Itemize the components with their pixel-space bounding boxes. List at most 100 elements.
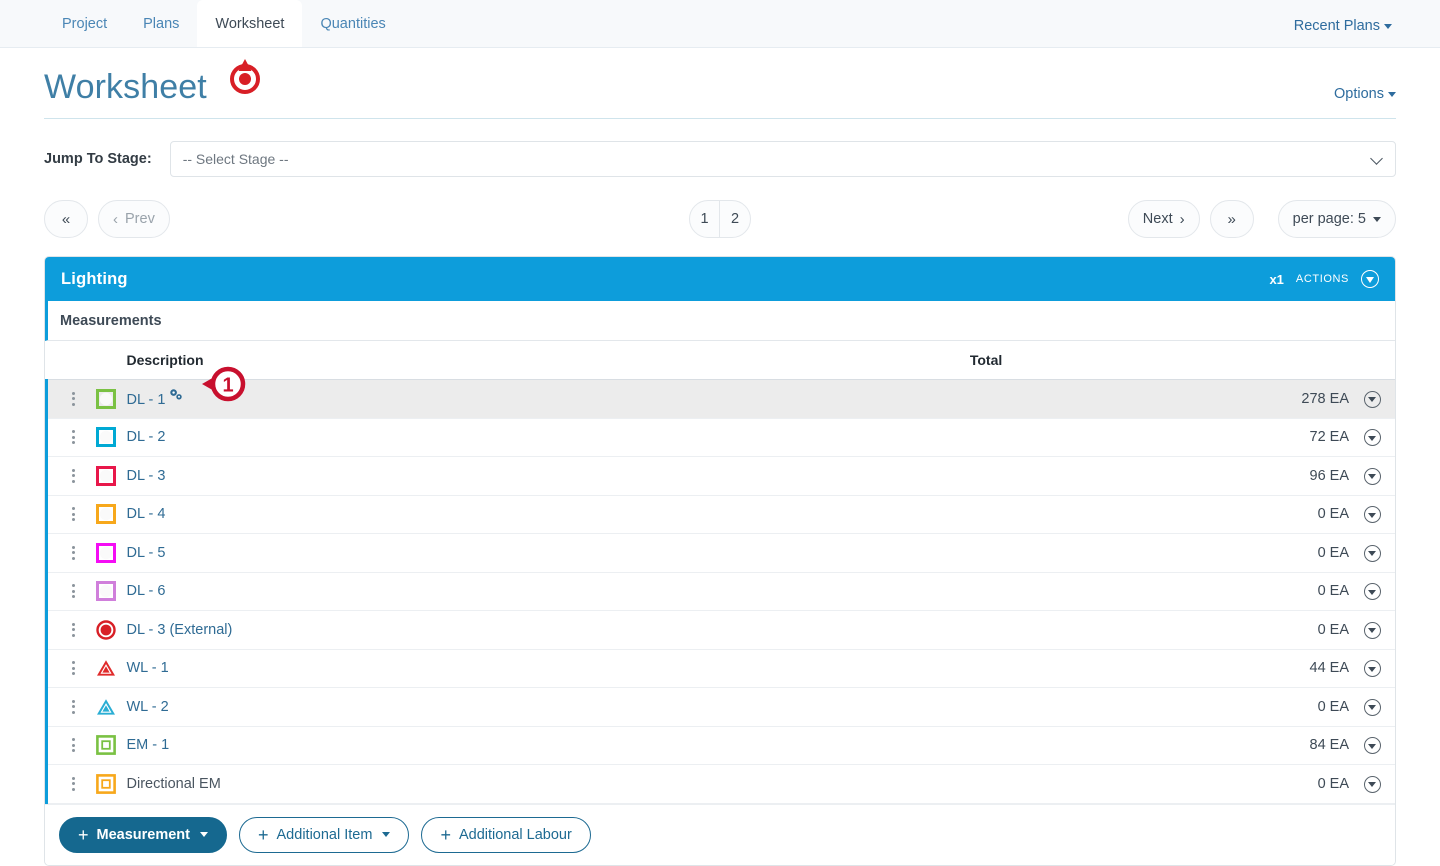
gears-icon[interactable] — [168, 388, 184, 406]
table-row[interactable]: DL - 4 0 EA — [45, 495, 1395, 534]
table-row[interactable]: DL - 6 0 EA — [45, 572, 1395, 611]
row-symbol-cell — [84, 726, 127, 765]
row-description-label[interactable]: DL - 3 — [127, 468, 166, 484]
row-total-cell: 0 EA — [969, 764, 1349, 804]
add-additional-labour-button[interactable]: + Additional Labour — [421, 816, 591, 853]
row-handle-cell — [45, 687, 85, 727]
next-page-button[interactable]: Next › — [1127, 200, 1200, 238]
row-description-label[interactable]: WL - 1 — [127, 660, 169, 676]
prev-page-label: Prev — [125, 211, 155, 227]
plus-icon: + — [78, 824, 89, 845]
double-chevron-right-icon: » — [1227, 210, 1236, 228]
drag-handle-icon[interactable] — [48, 507, 85, 522]
drag-handle-icon[interactable] — [48, 776, 85, 791]
measurements-table-head: Description Total — [46, 341, 1395, 380]
table-row[interactable]: DL - 5 0 EA — [45, 533, 1395, 573]
row-handle-cell — [45, 726, 85, 765]
drag-handle-icon[interactable] — [48, 545, 85, 560]
row-description-cell: WL - 1 — [126, 649, 970, 688]
measurements-table-body: DL - 1 278 EA DL - 2 72 EA DL - 3 96 EA DL - 4… — [45, 379, 1395, 804]
chevron-down-icon — [1373, 216, 1381, 222]
table-header-row: Description Total — [46, 341, 1395, 380]
row-description-label[interactable]: DL - 5 — [127, 545, 166, 561]
row-actions-dropdown-icon[interactable] — [1363, 467, 1381, 485]
row-total-cell: 44 EA — [969, 649, 1349, 688]
row-description-label[interactable]: DL - 1 — [127, 392, 166, 408]
tab-worksheet[interactable]: Worksheet — [197, 0, 303, 47]
row-actions-cell — [1349, 533, 1395, 573]
table-row[interactable]: WL - 1 44 EA — [45, 649, 1395, 688]
row-description-label[interactable]: DL - 2 — [127, 429, 166, 445]
row-description-label[interactable]: DL - 6 — [127, 583, 166, 599]
nested-square-icon — [85, 773, 127, 794]
square-circle-icon — [85, 465, 127, 486]
tab-quantities[interactable]: Quantities — [302, 0, 403, 47]
drag-handle-icon[interactable] — [48, 622, 85, 637]
row-symbol-cell — [84, 610, 127, 650]
row-description-cell: DL - 4 — [126, 495, 970, 534]
add-additional-item-button[interactable]: + Additional Item — [239, 816, 410, 853]
prev-page-button[interactable]: ‹ Prev — [98, 200, 170, 238]
row-description-label[interactable]: DL - 4 — [127, 506, 166, 522]
actions-label[interactable]: ACTIONS — [1296, 273, 1349, 285]
first-page-button[interactable]: « — [44, 200, 88, 238]
actions-dropdown-icon[interactable] — [1361, 270, 1379, 288]
jump-to-stage-value: -- Select Stage -- — [182, 151, 289, 167]
recent-plans-dropdown[interactable]: Recent Plans — [1294, 18, 1392, 34]
col-description: Description — [126, 341, 970, 380]
tab-project[interactable]: Project — [44, 0, 125, 47]
measurements-table: Description Total DL - 1 278 EA DL - 2 72 E… — [45, 341, 1395, 804]
row-actions-dropdown-icon[interactable] — [1363, 583, 1381, 600]
row-actions-dropdown-icon[interactable] — [1363, 698, 1381, 716]
drag-handle-icon[interactable] — [48, 699, 85, 714]
row-symbol-cell — [84, 764, 127, 804]
jump-to-stage-select[interactable]: -- Select Stage -- — [169, 141, 1396, 177]
table-row[interactable]: DL - 3 (External) 0 EA — [45, 610, 1395, 650]
row-actions-dropdown-icon[interactable] — [1363, 775, 1381, 793]
col-symbol — [84, 341, 127, 380]
options-dropdown[interactable]: Options — [1334, 86, 1396, 102]
drag-handle-icon[interactable] — [48, 661, 85, 676]
row-actions-dropdown-icon[interactable] — [1363, 506, 1381, 523]
page-number-2[interactable]: 2 — [720, 201, 750, 237]
row-actions-dropdown-icon[interactable] — [1363, 737, 1381, 754]
table-row[interactable]: EM - 1 84 EA — [45, 726, 1395, 765]
add-measurement-button[interactable]: + Measurement — [59, 816, 227, 853]
add-additional-item-label: Additional Item — [276, 826, 373, 843]
row-actions-dropdown-icon[interactable] — [1363, 390, 1381, 408]
row-description-label[interactable]: WL - 2 — [127, 699, 169, 715]
table-row[interactable]: DL - 3 96 EA — [45, 456, 1395, 496]
pagination-right-group: Next › » per page: 5 — [1127, 200, 1396, 238]
drag-handle-icon[interactable] — [48, 468, 85, 483]
row-actions-dropdown-icon[interactable] — [1363, 429, 1381, 446]
row-total-cell: 72 EA — [969, 418, 1349, 457]
row-description-label[interactable]: DL - 3 (External) — [127, 622, 233, 638]
chevron-down-icon — [200, 832, 208, 837]
table-row[interactable]: DL - 2 72 EA — [45, 418, 1395, 457]
drag-handle-icon[interactable] — [48, 738, 85, 753]
drag-handle-icon[interactable] — [48, 391, 85, 406]
row-description-label[interactable]: EM - 1 — [127, 737, 170, 753]
tab-plans[interactable]: Plans — [125, 0, 197, 47]
page-number-1[interactable]: 1 — [690, 201, 720, 237]
row-description-label: Directional EM — [126, 775, 221, 792]
page-number-group: 1 2 — [689, 200, 751, 238]
table-row[interactable]: WL - 2 0 EA — [45, 687, 1395, 727]
row-actions-cell — [1349, 610, 1395, 650]
row-handle-cell — [45, 649, 85, 688]
row-total-cell: 0 EA — [969, 572, 1349, 611]
drag-handle-icon[interactable] — [48, 430, 85, 445]
last-page-button[interactable]: » — [1209, 200, 1254, 238]
lighting-card-header-actions: x1 ACTIONS — [1269, 270, 1379, 288]
row-actions-dropdown-icon[interactable] — [1363, 544, 1381, 562]
multiplier-badge[interactable]: x1 — [1269, 272, 1283, 287]
drag-handle-icon[interactable] — [48, 584, 85, 599]
table-row[interactable]: DL - 1 278 EA — [45, 379, 1395, 419]
per-page-dropdown[interactable]: per page: 5 — [1277, 200, 1396, 238]
row-actions-dropdown-icon[interactable] — [1363, 660, 1381, 677]
table-row[interactable]: Directional EM 0 EA — [45, 764, 1395, 804]
square-circle-icon — [85, 504, 127, 525]
row-symbol-cell — [84, 533, 127, 573]
row-actions-dropdown-icon[interactable] — [1363, 621, 1381, 639]
lighting-card-title: Lighting — [61, 269, 128, 288]
